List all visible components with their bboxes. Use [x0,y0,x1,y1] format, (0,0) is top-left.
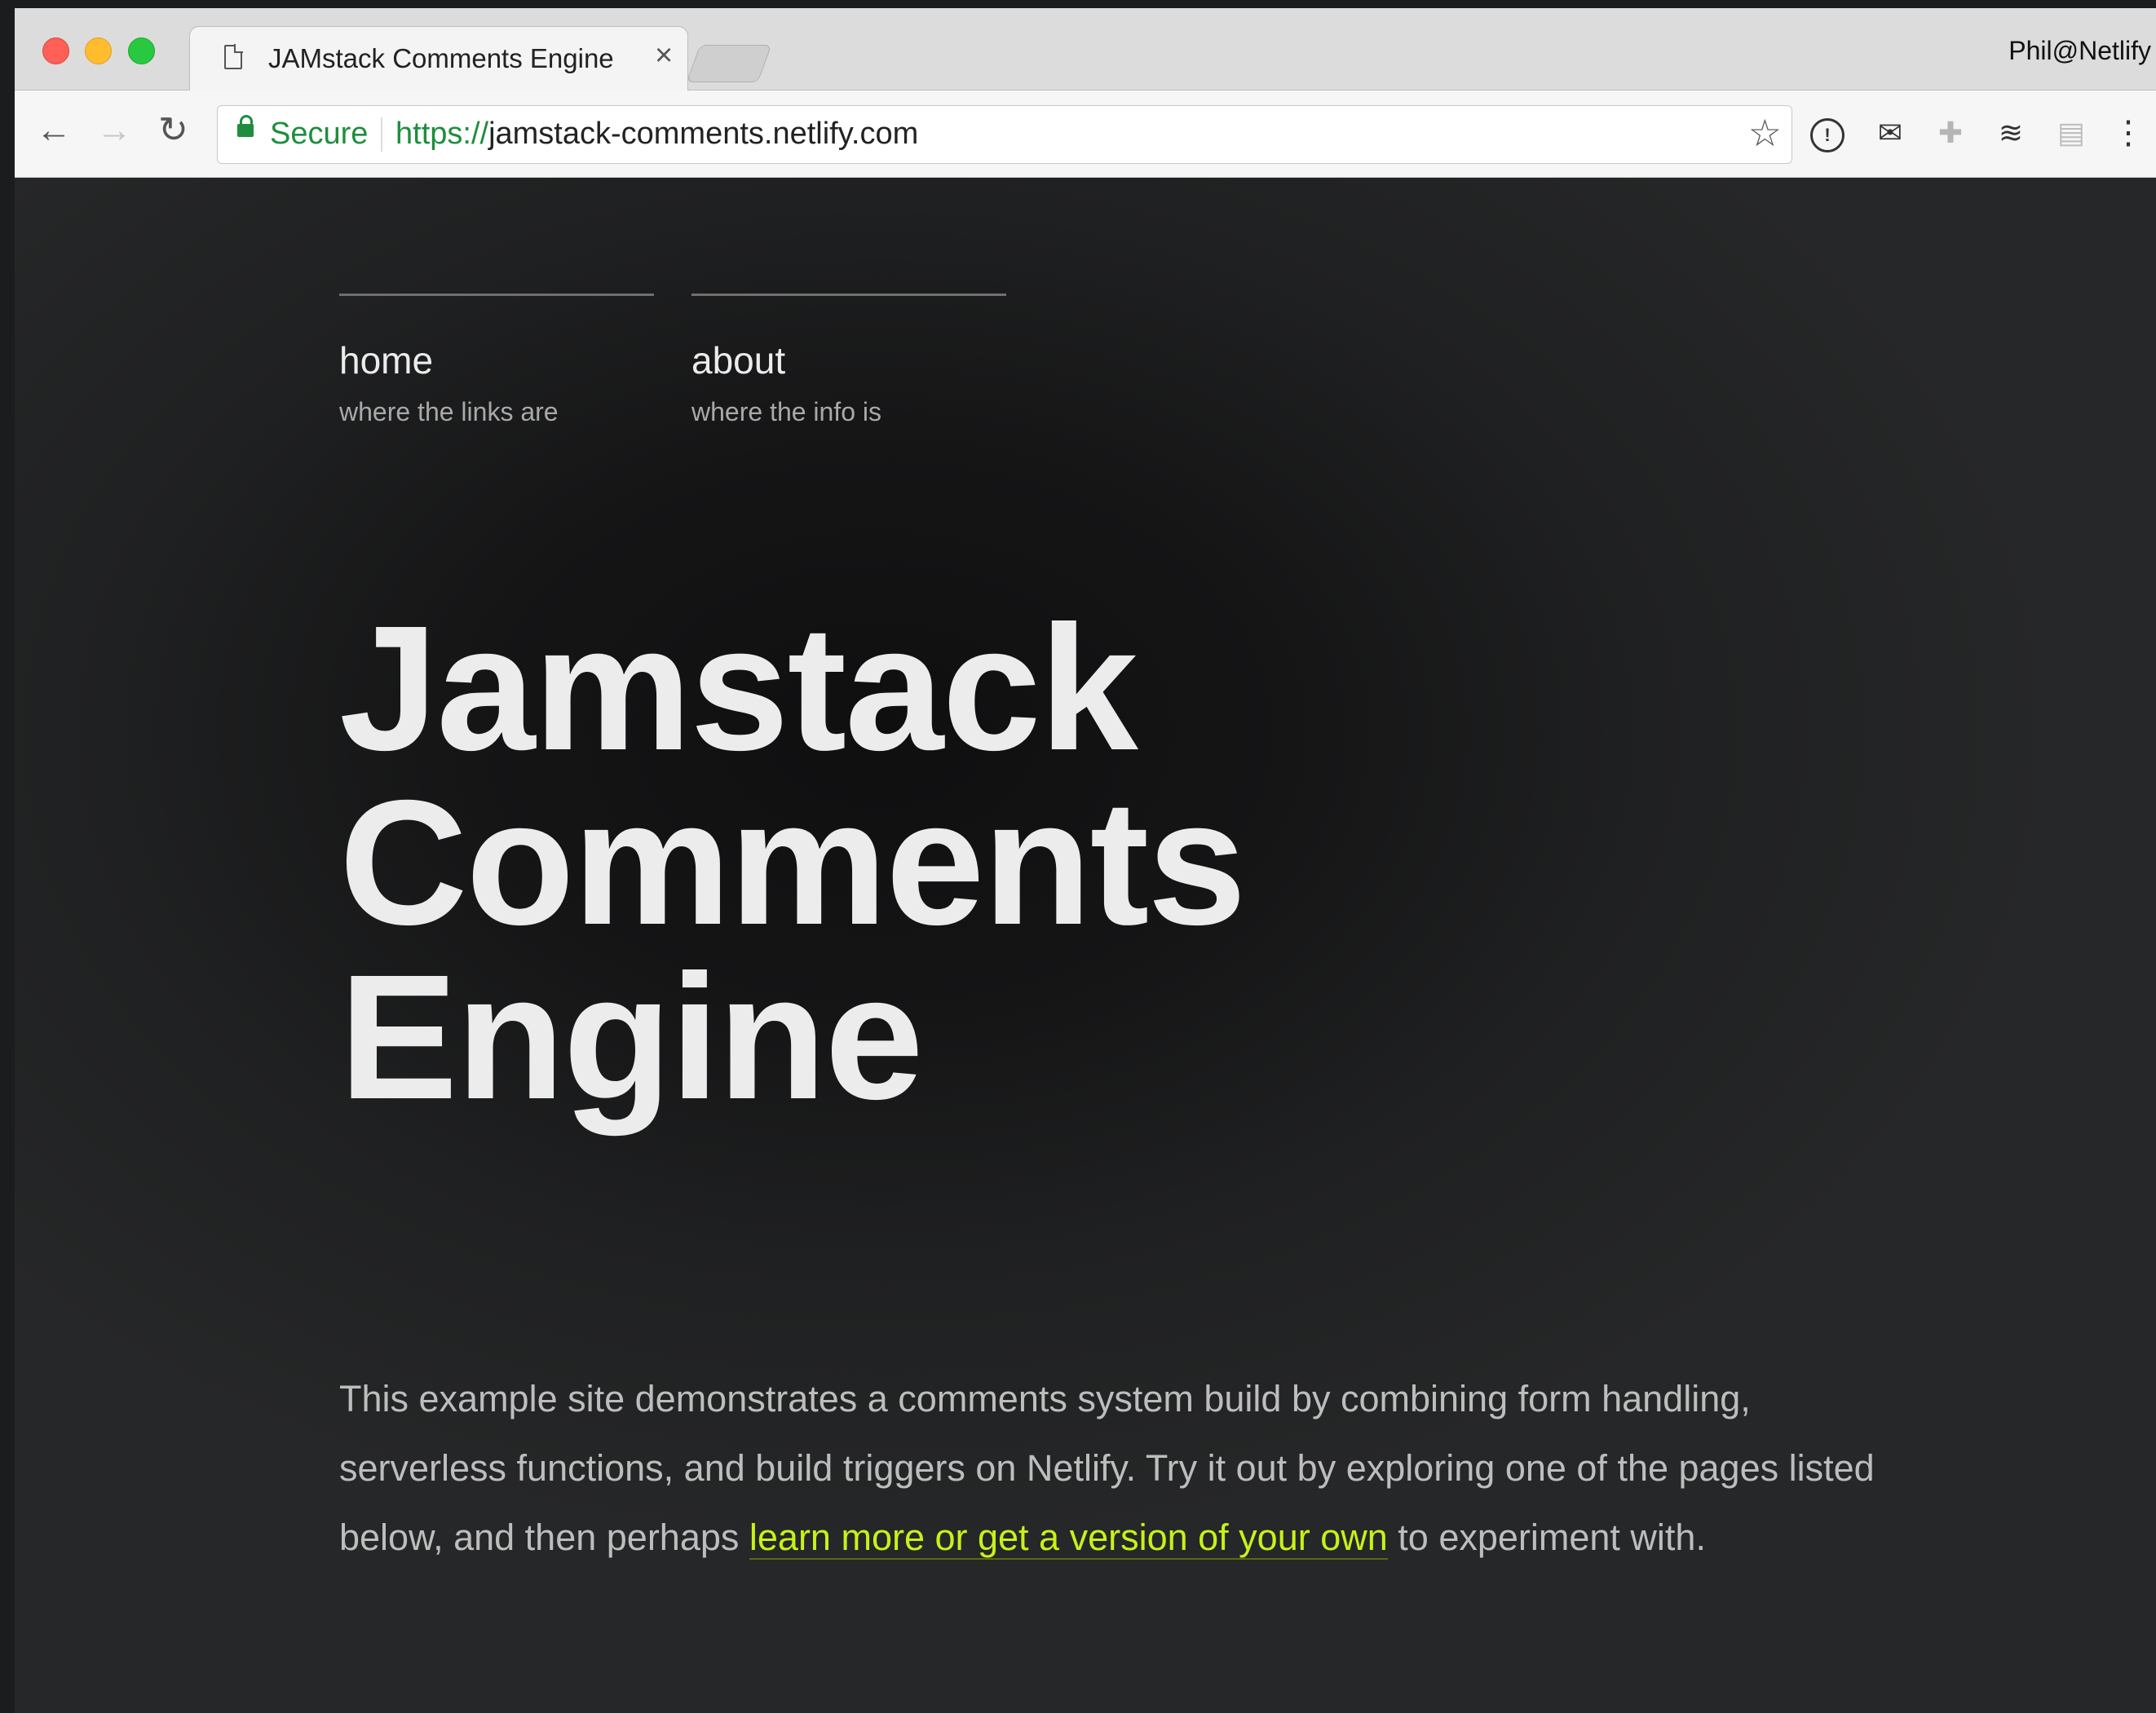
nav-about-link[interactable]: about [691,338,1006,382]
nav-divider [339,294,654,296]
browser-menu-icon[interactable]: ⋮ [2110,115,2146,151]
address-separator [381,117,382,152]
page-title-line: Engine [339,938,924,1137]
secure-label: Secure [270,117,369,151]
minimize-window-button[interactable] [85,38,112,64]
url-host: jamstack-comments.netlify.com [488,117,919,151]
onepassword-extension-icon[interactable]: ! [1810,118,1845,152]
tab-title: JAMstack Comments Engine [268,43,614,73]
close-window-button[interactable] [42,38,69,64]
back-arrow-icon[interactable]: ← [36,110,72,151]
tab-strip: JAMstack Comments Engine × Phil@Netlify [15,8,2156,92]
mail-extension-icon[interactable]: ✉ [1872,115,1908,151]
layers-extension-icon[interactable]: ≋ [1993,115,2029,151]
nav-item-about[interactable]: about where the info is [691,294,1006,427]
nav-divider [691,294,1006,296]
profile-name[interactable]: Phil@Netlify [2008,36,2151,66]
lock-icon [237,115,254,137]
intro-text-end: to experiment with. [1387,1517,1706,1558]
url-scheme: https:// [395,117,489,151]
intro-paragraph: This example site demonstrates a comment… [339,1364,1897,1572]
browser-window: JAMstack Comments Engine × Phil@Netlify … [15,8,2156,1713]
url-text[interactable]: https://jamstack-comments.netlify.com [395,117,918,152]
new-tab-button[interactable] [686,45,772,82]
nav-about-description: where the info is [691,397,882,426]
forward-arrow-icon[interactable]: → [96,110,132,151]
address-bar[interactable]: Secure https://jamstack-comments.netlify… [217,105,1792,164]
maximize-window-button[interactable] [128,38,155,64]
page-title-line: Jamstack [339,589,1138,788]
nav-home-description: where the links are [339,397,559,426]
page-title-line: Comments [339,764,1247,962]
nav-home-link[interactable]: home [339,338,654,382]
bookmark-star-icon[interactable]: ☆ [1748,111,1782,155]
active-tab[interactable]: JAMstack Comments Engine × [189,26,688,92]
reload-icon[interactable]: ↻ [158,110,188,151]
chart-extension-icon[interactable]: ▤ [2053,115,2089,151]
nav-item-home[interactable]: home where the links are [339,294,654,427]
page-title: Jamstack Comments Engine [339,589,1247,1137]
document-icon [224,45,242,69]
page-content: home where the links are about where the… [15,178,2156,1713]
browser-toolbar: ← → ↻ Secure https://jamstack-comments.n… [15,91,2156,178]
close-tab-icon[interactable]: × [655,38,673,73]
learn-more-link[interactable]: learn more or get a version of your own [749,1517,1388,1560]
add-extension-icon[interactable]: ✚ [1933,115,1968,151]
